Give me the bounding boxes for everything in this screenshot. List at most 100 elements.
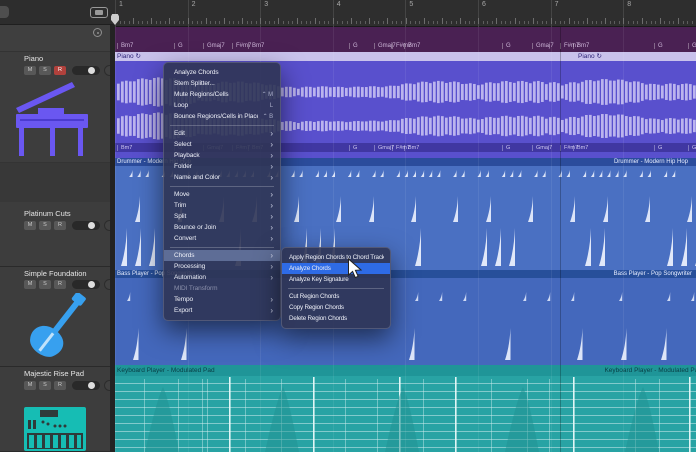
ruler-tick xyxy=(160,21,161,24)
ruler-tick xyxy=(692,21,693,24)
menu-item-mute-regions-cells[interactable]: Mute Regions/Cells⌃ M xyxy=(164,89,280,100)
ruler-tick xyxy=(283,21,284,24)
solo-button[interactable]: S xyxy=(39,381,51,390)
ruler-tick xyxy=(451,21,452,24)
menu-item-split[interactable]: Split› xyxy=(164,211,280,222)
ruler-tick xyxy=(487,21,488,24)
ruler-tick xyxy=(238,21,239,24)
menu-item-loop[interactable]: LoopL xyxy=(164,100,280,111)
menu-item-analyze-key-signature[interactable]: Analyze Key Signature xyxy=(282,274,390,285)
solo-button[interactable]: S xyxy=(39,280,51,289)
ruler-tick xyxy=(347,21,348,24)
chord-label: G xyxy=(349,145,357,151)
track-name[interactable]: Platinum Cuts xyxy=(24,209,71,218)
menu-item-tempo[interactable]: Tempo› xyxy=(164,294,280,305)
menu-divider xyxy=(170,247,274,248)
ruler-tick xyxy=(351,18,352,24)
volume-slider[interactable] xyxy=(72,66,100,75)
ruler-tick xyxy=(210,21,211,24)
track-header-piano[interactable]: Piano M S R xyxy=(0,52,110,202)
menu-item-bounce-regions-cells-in-place[interactable]: Bounce Regions/Cells in Place...⌃ B xyxy=(164,111,280,122)
menu-item-export[interactable]: Export› xyxy=(164,305,280,316)
menu-item-automation[interactable]: Automation› xyxy=(164,272,280,283)
mute-button[interactable]: M xyxy=(24,221,36,230)
ruler-tick xyxy=(378,21,379,24)
record-enable-button[interactable]: R xyxy=(54,381,66,390)
ruler-tick xyxy=(337,21,338,24)
record-enable-button[interactable]: R xyxy=(54,221,66,230)
toolbar-pill-button[interactable] xyxy=(0,6,9,18)
menu-item-label: Delete Region Chords xyxy=(289,315,384,322)
ruler-tick xyxy=(142,21,143,24)
ruler-tick xyxy=(188,18,189,24)
ruler-tick xyxy=(542,21,543,24)
ruler-tick xyxy=(319,21,320,24)
ruler-tick xyxy=(206,18,207,24)
track-name[interactable]: Simple Foundation xyxy=(24,269,87,278)
chord-label: Gmaj7 xyxy=(203,43,225,49)
ruler-tick xyxy=(619,21,620,24)
volume-slider[interactable] xyxy=(72,381,100,390)
mute-button[interactable]: M xyxy=(24,381,36,390)
ruler-tick xyxy=(156,21,157,24)
mute-button[interactable]: M xyxy=(24,66,36,75)
ruler-tick xyxy=(583,21,584,24)
ruler-tick xyxy=(278,18,279,24)
menu-item-delete-region-chords[interactable]: Delete Region Chords xyxy=(282,313,390,324)
chord-label: Gmaj7 xyxy=(688,43,696,49)
chord-label: G xyxy=(349,43,358,49)
track-header-platinum-cuts[interactable]: Platinum Cuts M S R xyxy=(0,202,110,267)
track-zoom-icon[interactable] xyxy=(93,28,102,37)
menu-item-label: MIDI Transform xyxy=(174,285,273,292)
menu-item-label: Bounce Regions/Cells in Place... xyxy=(174,113,258,120)
menu-item-apply-region-chords-to-chord-track[interactable]: Apply Region Chords to Chord Track xyxy=(282,252,390,263)
volume-slider[interactable] xyxy=(72,280,100,289)
solo-button[interactable]: S xyxy=(39,66,51,75)
track-header-majestic-rise-pad[interactable]: Majestic Rise Pad M S R xyxy=(0,367,110,452)
ruler-tick xyxy=(574,21,575,24)
menu-item-folder[interactable]: Folder› xyxy=(164,161,280,172)
ruler-tick xyxy=(129,21,130,24)
ruler-tick xyxy=(310,21,311,24)
bar-number: 8 xyxy=(627,1,631,8)
menu-item-convert[interactable]: Convert› xyxy=(164,233,280,244)
bar-number: 5 xyxy=(409,1,413,8)
submenu-arrow-icon: › xyxy=(270,150,273,161)
menu-item-label: Processing xyxy=(174,263,265,270)
menu-item-analyze-chords[interactable]: Analyze Chords xyxy=(282,263,390,274)
menu-item-cut-region-chords[interactable]: Cut Region Chords xyxy=(282,291,390,302)
bar-ruler[interactable]: 12345678 xyxy=(115,0,696,27)
menu-item-name-and-color[interactable]: Name and Color› xyxy=(164,172,280,183)
display-mode-icon[interactable] xyxy=(90,7,108,18)
record-enable-button[interactable]: R xyxy=(54,66,66,75)
track-name[interactable]: Piano xyxy=(24,54,43,63)
menu-item-bounce-or-join[interactable]: Bounce or Join› xyxy=(164,222,280,233)
menu-item-playback[interactable]: Playback › xyxy=(164,150,280,161)
menu-item-trim[interactable]: Trim› xyxy=(164,200,280,211)
solo-button[interactable]: S xyxy=(39,221,51,230)
menu-item-edit[interactable]: Edit› xyxy=(164,128,280,139)
menu-item-label: Playback xyxy=(174,152,265,159)
menu-item-analyze-chords[interactable]: Analyze Chords xyxy=(164,67,280,78)
ruler-tick xyxy=(478,18,479,24)
ruler-tick xyxy=(546,21,547,24)
menu-item-chords[interactable]: Chords› xyxy=(164,250,280,261)
menu-item-stem-splitter[interactable]: Stem Splitter... xyxy=(164,78,280,89)
chord-label: Bm7 xyxy=(248,43,264,49)
mute-button[interactable]: M xyxy=(24,280,36,289)
menu-item-move[interactable]: Move› xyxy=(164,189,280,200)
ruler-tick xyxy=(555,21,556,24)
ruler-tick xyxy=(197,21,198,24)
ruler-tick xyxy=(120,21,121,24)
ruler-tick xyxy=(596,21,597,24)
ruler-tick xyxy=(224,18,225,24)
track-name[interactable]: Majestic Rise Pad xyxy=(24,369,84,378)
menu-item-select[interactable]: Select› xyxy=(164,139,280,150)
record-enable-button[interactable]: R xyxy=(54,280,66,289)
track-header-simple-foundation[interactable]: Simple Foundation M S R xyxy=(0,267,110,367)
volume-slider[interactable] xyxy=(72,221,100,230)
menu-item-copy-region-chords[interactable]: Copy Region Chords xyxy=(282,302,390,313)
ruler-tick xyxy=(501,21,502,24)
menu-item-label: Loop xyxy=(174,102,265,109)
menu-item-processing[interactable]: Processing› xyxy=(164,261,280,272)
